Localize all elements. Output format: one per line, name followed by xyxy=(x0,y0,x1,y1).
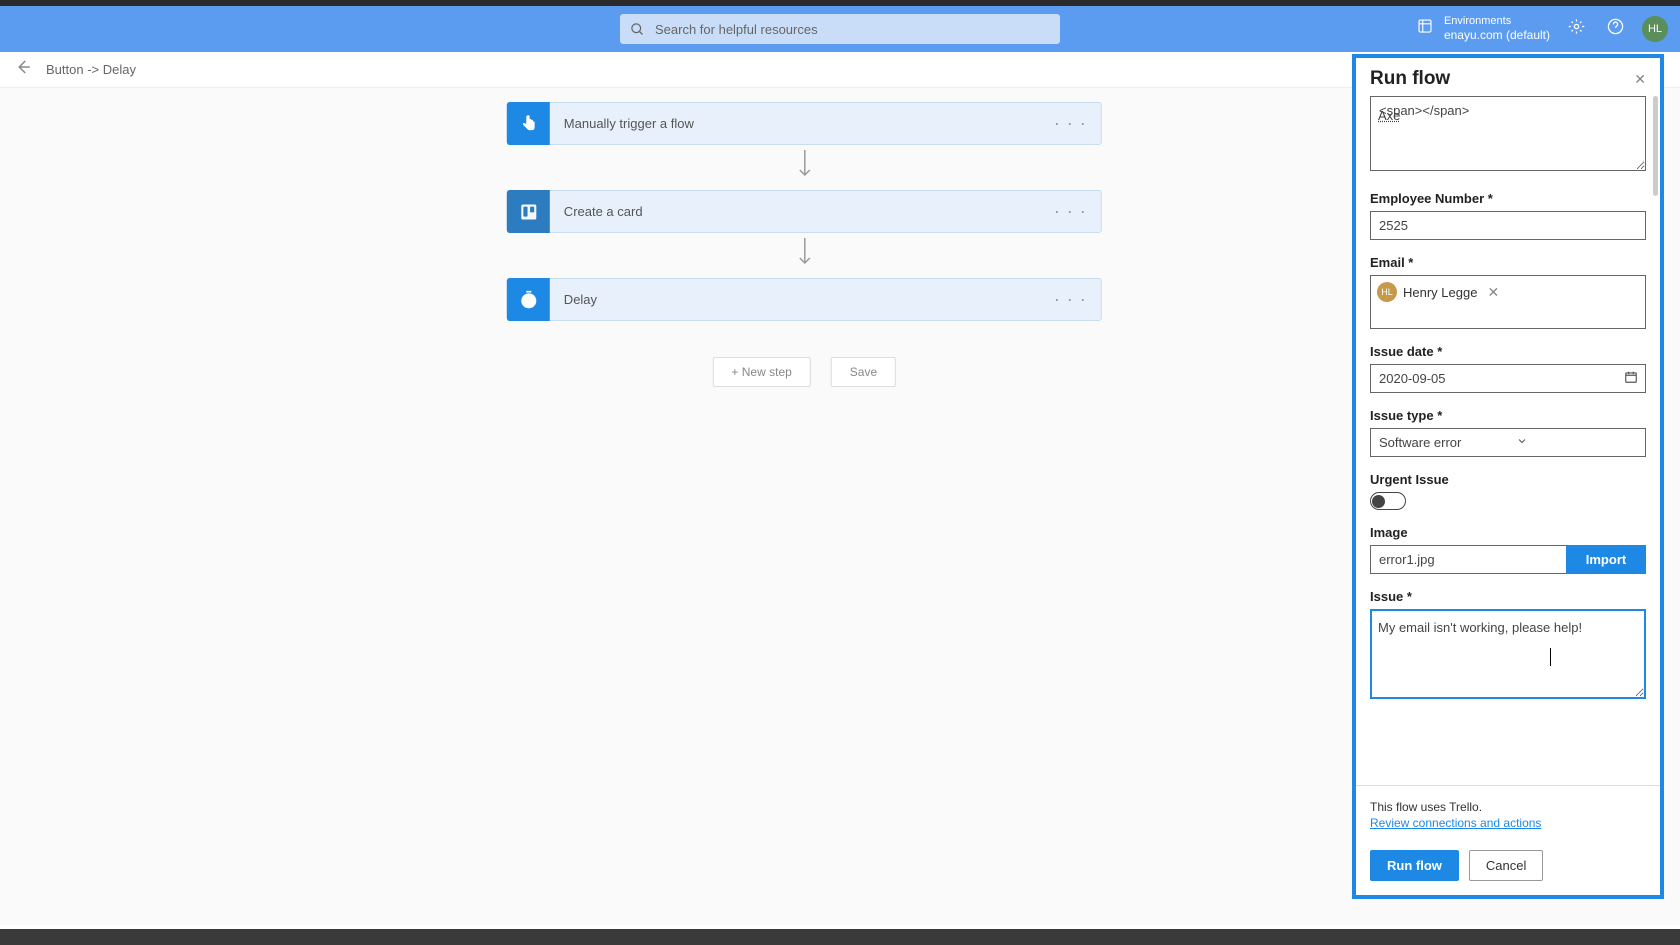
environment-icon xyxy=(1416,17,1434,40)
image-file-input[interactable] xyxy=(1370,545,1566,574)
employee-number-label: Employee Number * xyxy=(1370,191,1646,206)
arrow-down-icon xyxy=(797,150,811,185)
email-pill: HL Henry Legge ✕ xyxy=(1377,282,1499,302)
environment-picker[interactable]: Environments enayu.com (default) xyxy=(1416,15,1550,43)
run-flow-panel: Run flow ✕ <span></span> Axe Employee Nu… xyxy=(1352,54,1664,899)
close-icon[interactable]: ✕ xyxy=(1634,71,1646,88)
issue-label: Issue * xyxy=(1370,589,1646,604)
issue-date-input[interactable] xyxy=(1370,364,1646,393)
step-menu-icon[interactable]: · · · xyxy=(1054,201,1087,222)
issue-date-label: Issue date * xyxy=(1370,344,1646,359)
back-arrow-icon[interactable] xyxy=(14,58,32,81)
settings-icon[interactable] xyxy=(1568,18,1585,40)
panel-header: Run flow ✕ xyxy=(1356,58,1660,96)
bottom-status-bar xyxy=(0,929,1680,945)
panel-title: Run flow xyxy=(1370,68,1450,90)
save-button[interactable]: Save xyxy=(831,357,896,387)
urgent-issue-toggle[interactable] xyxy=(1370,492,1406,510)
issue-type-label: Issue type * xyxy=(1370,408,1646,423)
email-input[interactable]: HL Henry Legge ✕ xyxy=(1370,275,1646,329)
issue-date-field[interactable] xyxy=(1370,364,1646,393)
import-button[interactable]: Import xyxy=(1566,545,1646,574)
pill-name: Henry Legge xyxy=(1403,285,1477,300)
urgent-issue-label: Urgent Issue xyxy=(1370,472,1646,487)
step-label: Manually trigger a flow xyxy=(564,116,694,131)
panel-body: <span></span> Axe Employee Number * Emai… xyxy=(1356,96,1660,785)
employee-number-input[interactable] xyxy=(1370,211,1646,240)
footer-text: This flow uses Trello. xyxy=(1370,800,1646,814)
cancel-button[interactable]: Cancel xyxy=(1469,850,1543,881)
step-menu-icon[interactable]: · · · xyxy=(1054,289,1087,310)
arrow-down-icon xyxy=(797,238,811,273)
image-label: Image xyxy=(1370,525,1646,540)
image-input-row: Import xyxy=(1370,545,1646,574)
clock-icon xyxy=(507,278,550,321)
user-avatar[interactable]: HL xyxy=(1642,16,1668,42)
flow-step-delay[interactable]: Delay · · · xyxy=(507,278,1102,321)
environment-value: enayu.com (default) xyxy=(1444,28,1550,42)
flow-step-trigger[interactable]: Manually trigger a flow · · · xyxy=(507,102,1102,145)
scroll-indicator[interactable] xyxy=(1653,96,1658,196)
review-connections-link[interactable]: Review connections and actions xyxy=(1370,816,1541,830)
help-icon[interactable] xyxy=(1607,18,1624,40)
issue-type-value: Software error xyxy=(1371,429,1508,456)
environment-text: Environments enayu.com (default) xyxy=(1444,15,1550,43)
panel-actions: Run flow Cancel xyxy=(1356,836,1660,895)
step-label: Delay xyxy=(564,292,597,307)
issue-textarea[interactable] xyxy=(1370,609,1646,699)
header-icons xyxy=(1568,18,1624,40)
run-flow-button[interactable]: Run flow xyxy=(1370,850,1459,881)
toggle-knob xyxy=(1372,495,1385,508)
flow-step-create-card[interactable]: Create a card · · · xyxy=(507,190,1102,233)
email-label: Email * xyxy=(1370,255,1646,270)
top-text-input[interactable]: <span></span> xyxy=(1370,96,1646,171)
new-step-button[interactable]: + New step xyxy=(712,357,810,387)
step-menu-icon[interactable]: · · · xyxy=(1054,113,1087,134)
pill-avatar: HL xyxy=(1377,282,1397,302)
breadcrumb-text: Button -> Delay xyxy=(46,62,136,77)
chevron-down-icon xyxy=(1508,435,1645,450)
remove-pill-icon[interactable]: ✕ xyxy=(1487,284,1499,301)
search-icon xyxy=(630,22,645,37)
header-bar: Search for helpful resources Environment… xyxy=(0,6,1680,52)
trello-icon xyxy=(507,190,550,233)
environment-label: Environments xyxy=(1444,15,1550,28)
step-label: Create a card xyxy=(564,204,643,219)
panel-footer-info: This flow uses Trello. Review connection… xyxy=(1356,785,1660,836)
issue-type-select[interactable]: Software error xyxy=(1370,428,1646,457)
flow-column: Manually trigger a flow · · · Create a c… xyxy=(507,102,1102,387)
calendar-icon[interactable] xyxy=(1624,370,1638,389)
flow-buttons: + New step Save xyxy=(712,357,896,387)
touch-icon xyxy=(507,102,550,145)
search-input[interactable]: Search for helpful resources xyxy=(620,14,1060,44)
search-placeholder: Search for helpful resources xyxy=(655,22,818,37)
